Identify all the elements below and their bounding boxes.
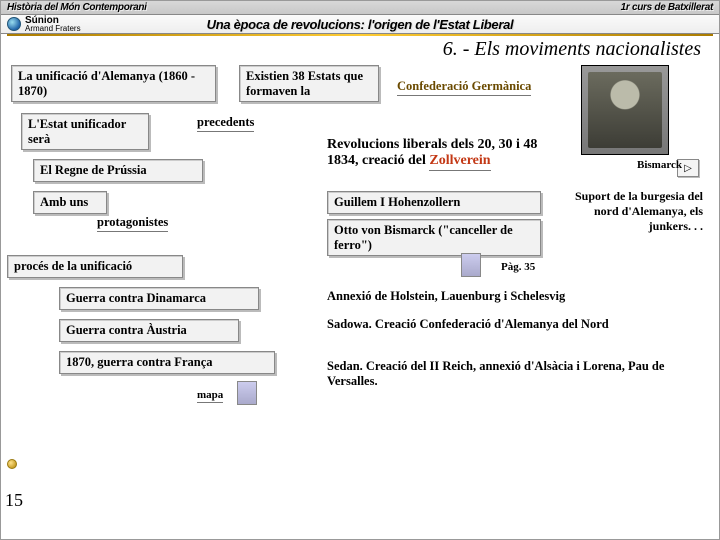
course-level: 1r curs de Batxillerat <box>621 2 713 13</box>
map-thumb-icon[interactable] <box>461 253 481 277</box>
label-protagonistes: protagonistes <box>97 215 168 232</box>
map-thumb2-icon[interactable] <box>237 381 257 405</box>
label-precedents: precedents <box>197 115 254 132</box>
label-sedan: Sedan. Creació del II Reich, annexió d'A… <box>327 359 697 389</box>
box-franca: 1870, guerra contra França <box>59 351 275 373</box>
brand-sub: Armand Fraters <box>25 25 81 32</box>
label-holstein: Annexió de Holstein, Lauenburg i Scheles… <box>327 289 697 304</box>
unit-title: Una època de revolucions: l'origen de l'… <box>1 17 719 32</box>
box-prussia: El Regne de Prússia <box>33 159 203 181</box>
page-number: 15 <box>5 490 23 511</box>
label-suport: Suport de la burgesia del nord d'Alemany… <box>565 189 703 234</box>
globe-icon <box>7 17 21 31</box>
box-bismarck-ferro: Otto von Bismarck ("canceller de ferro") <box>327 219 541 256</box>
box-proces: procés de la unificació <box>7 255 183 277</box>
top-bar: Història del Món Contemporani 1r curs de… <box>1 1 719 15</box>
box-unificador: L'Estat unificador serà <box>21 113 149 150</box>
box-existien: Existien 38 Estats que formaven la <box>239 65 379 102</box>
label-pag: Pàg. 35 <box>501 261 535 273</box>
label-confederacio: Confederació Germànica <box>397 79 587 96</box>
label-sadowa: Sadowa. Creació Confederació d'Alemanya … <box>327 317 707 332</box>
diagram-canvas: La unificació d'Alemanya (1860 - 1870) L… <box>1 63 719 515</box>
box-dinamarca: Guerra contra Dinamarca <box>59 287 259 309</box>
page-bullet-icon <box>7 459 17 469</box>
course-title: Història del Món Contemporani <box>7 2 147 13</box>
box-guillem: Guillem I Hohenzollern <box>327 191 541 213</box>
box-austria: Guerra contra Àustria <box>59 319 239 341</box>
label-revolucions: Revolucions liberals dels 20, 30 i 48 18… <box>327 137 657 171</box>
box-main-title: La unificació d'Alemanya (1860 - 1870) <box>11 65 216 102</box>
section-title: 6. - Els moviments nacionalistes <box>1 36 719 63</box>
box-amb-uns: Amb uns <box>33 191 107 213</box>
label-mapa: mapa <box>197 389 223 403</box>
